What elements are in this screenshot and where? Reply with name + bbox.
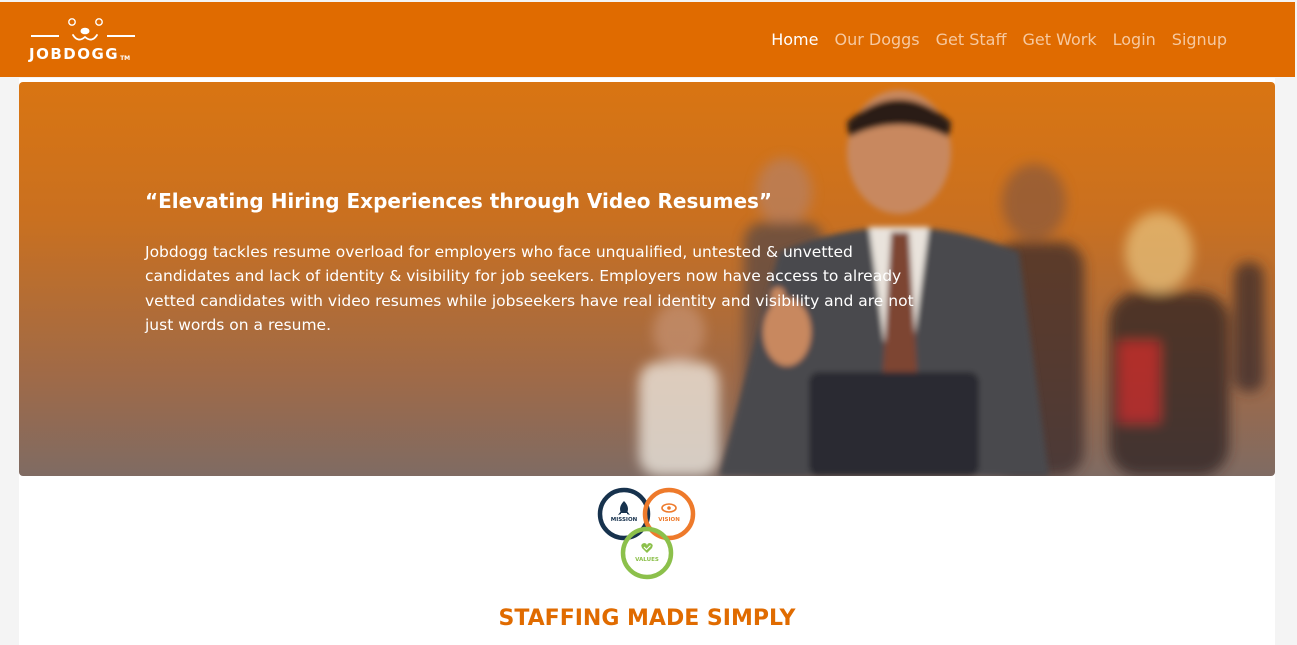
top-navbar: JOBDOGGTM Home Our Doggs Get Staff Get W… (0, 2, 1295, 77)
values-label: VALUES (635, 557, 659, 563)
nav-home[interactable]: Home (771, 30, 818, 49)
nav-login[interactable]: Login (1113, 30, 1156, 49)
mission-vision-values-graphic: MISSION VISION VALUES (597, 487, 696, 580)
section-title: STAFFING MADE SIMPLY (498, 606, 796, 631)
nav-get-staff[interactable]: Get Staff (936, 30, 1007, 49)
dog-face-icon (31, 18, 135, 41)
logo-trademark: TM (120, 55, 131, 62)
nav-our-doggs[interactable]: Our Doggs (834, 30, 919, 49)
logo-name: JOBDOGG (29, 45, 120, 63)
mission-label: MISSION (611, 517, 638, 523)
nav-signup[interactable]: Signup (1172, 30, 1227, 49)
hero-banner: “Elevating Hiring Experiences through Vi… (19, 82, 1275, 476)
heart-check-icon (641, 543, 653, 553)
eye-icon (661, 503, 677, 513)
main-nav: Home Our Doggs Get Staff Get Work Login … (771, 30, 1227, 49)
vision-label: VISION (658, 517, 680, 523)
hero-quote: “Elevating Hiring Experiences through Vi… (145, 189, 773, 213)
logo-wordmark: JOBDOGGTM (29, 45, 157, 63)
nav-get-work[interactable]: Get Work (1023, 30, 1097, 49)
hero-description: Jobdogg tackles resume overload for empl… (145, 243, 914, 334)
jobdogg-logo[interactable]: JOBDOGGTM (29, 16, 157, 64)
